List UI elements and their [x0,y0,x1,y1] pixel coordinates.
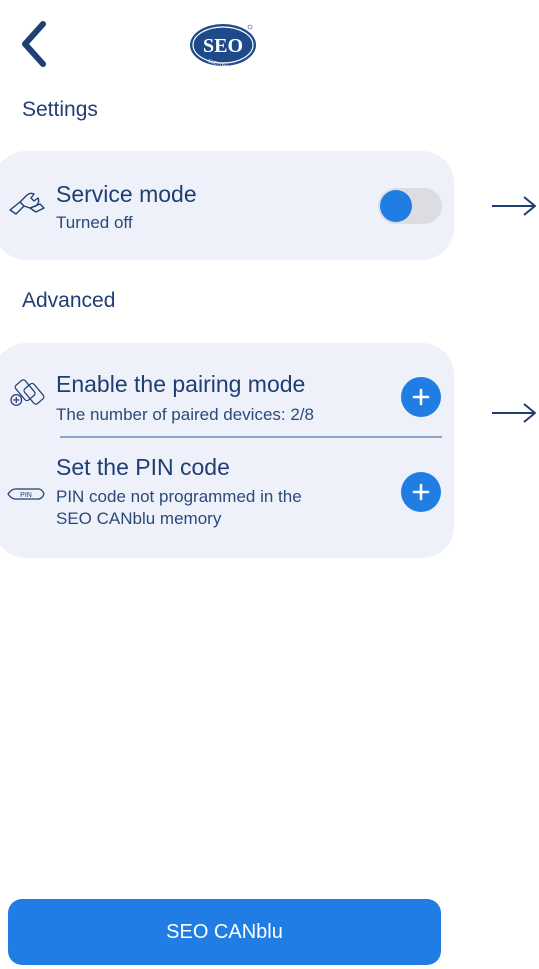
pin-code-title: Set the PIN code [56,454,230,480]
advanced-section-title: Advanced [22,289,116,312]
advanced-card: Enable the pairing mode The number of pa… [0,343,454,558]
logo-text: SEO [203,35,243,57]
pairing-mode-subtitle: The number of paired devices: 2/8 [56,405,314,424]
row-divider [60,436,442,438]
enable-pairing-button[interactable] [401,377,441,417]
pin-code-subtitle-line1: PIN code not programmed in the [56,487,302,506]
service-mode-toggle[interactable] [378,188,442,224]
seo-canblu-button[interactable]: SEO CANblu [8,899,441,965]
pin-icon-text: PIN [20,492,32,499]
arrow-right-icon [492,403,536,423]
service-mode-card: Service mode Turned off [0,151,454,260]
wrench-icon [9,192,45,215]
service-mode-title: Service mode [56,181,197,207]
pin-code-subtitle-line2: SEO CANblu memory [56,509,222,528]
service-mode-status: Turned off [56,213,133,232]
pairing-icon [10,379,45,406]
chevron-left-icon [22,21,46,67]
toggle-knob [380,190,412,222]
arrow-right-icon [492,196,536,216]
set-pin-button[interactable] [401,472,441,512]
settings-section-title: Settings [22,98,98,121]
pin-icon: PIN [7,488,45,500]
seo-logo: SEO ELETTRONICA [190,24,256,68]
plus-icon [412,483,430,501]
plus-icon [412,388,430,406]
back-button[interactable] [14,18,54,70]
pairing-mode-title: Enable the pairing mode [56,371,306,397]
